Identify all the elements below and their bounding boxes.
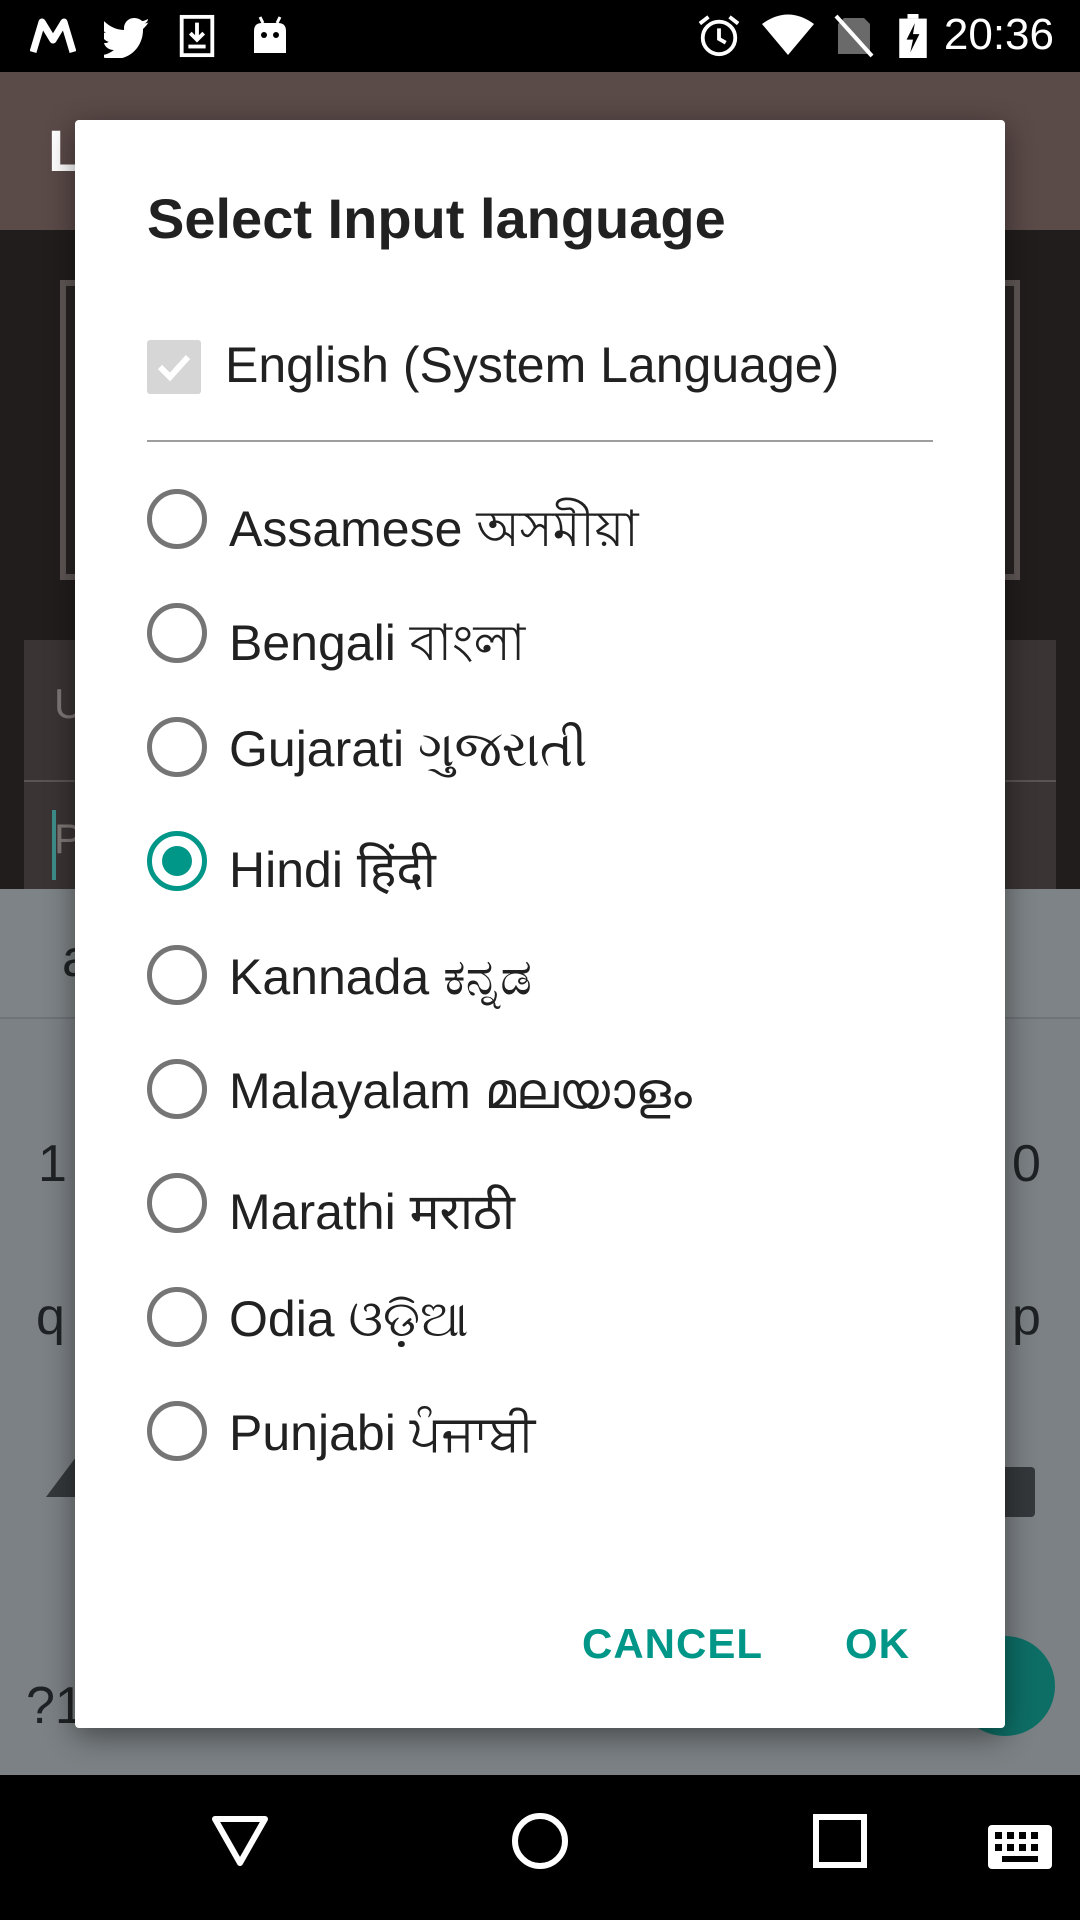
radio-button[interactable] [147,603,207,663]
language-option-odia[interactable]: Odia ଓଡ଼ିଆ [147,1266,947,1366]
radio-button-selected[interactable] [147,831,207,891]
keyboard-key-1: 1 [38,1135,67,1193]
language-label: Gujarati ગુજરાતી [229,721,588,777]
language-option-marathi[interactable]: Marathi मराठी [147,1152,947,1252]
language-label: Malayalam മലയാളം [229,1063,692,1119]
language-option-gujarati[interactable]: Gujarati ગુજરાતી [147,696,947,796]
cancel-button[interactable]: CANCEL [582,1620,763,1668]
wifi-icon [762,14,814,55]
battery-charging-icon [899,14,927,58]
home-icon[interactable] [510,1811,570,1871]
dialog-divider [147,440,933,442]
language-label: Punjabi ਪੰਜਾਬੀ [229,1405,536,1461]
radio-button[interactable] [147,1287,207,1347]
language-label: Hindi हिंदी [229,842,436,898]
keyboard-key-0: 0 [1012,1135,1041,1193]
language-label: Odia ଓଡ଼ିଆ [229,1291,469,1347]
twitter-bird-icon [104,18,150,58]
no-sim-icon [834,14,874,58]
dialog-title: Select Input language [147,187,726,250]
radio-button[interactable] [147,489,207,549]
radio-button[interactable] [147,1401,207,1461]
language-label: Assamese অসমীয়া [229,501,639,557]
android-icon [254,16,286,53]
system-language-row: English (System Language) [147,330,947,400]
language-label: Bengali বাংলা [229,615,526,671]
radio-button[interactable] [147,1059,207,1119]
language-option-hindi[interactable]: Hindi हिंदी [147,810,947,910]
language-option-malayalam[interactable]: Malayalam മലയാളം [147,1038,947,1138]
language-option-bengali[interactable]: Bengali বাংলা [147,582,947,682]
alarm-icon [698,15,740,57]
radio-button[interactable] [147,945,207,1005]
select-language-dialog: Select Input language English (System La… [75,120,1005,1728]
keyboard-key-q: q [36,1288,65,1346]
radio-button[interactable] [147,1173,207,1233]
language-label: Kannada ಕನ್ನಡ [229,949,532,1005]
keyboard-icon[interactable] [988,1825,1052,1869]
language-option-assamese[interactable]: Assamese অসমীয়া [147,468,947,568]
keyboard-key-p: p [1012,1288,1041,1346]
back-icon[interactable] [210,1811,270,1871]
language-option-kannada[interactable]: Kannada ಕನ್ನಡ [147,924,947,1024]
language-label: Marathi मराठी [229,1184,515,1240]
language-option-punjabi[interactable]: Punjabi ਪੰਜਾਬੀ [147,1380,947,1480]
radio-button[interactable] [147,717,207,777]
recents-icon[interactable] [812,1811,868,1871]
gmail-m-icon [30,18,76,54]
navigation-bar [0,1775,1080,1920]
status-time: 20:36 [943,10,1054,59]
checkmark-icon [157,354,191,382]
download-icon [179,14,215,58]
system-language-label: English (System Language) [225,337,840,393]
system-language-checkbox [147,340,201,394]
ok-button[interactable]: OK [845,1620,910,1668]
status-bar: 20:36 [0,0,1080,72]
